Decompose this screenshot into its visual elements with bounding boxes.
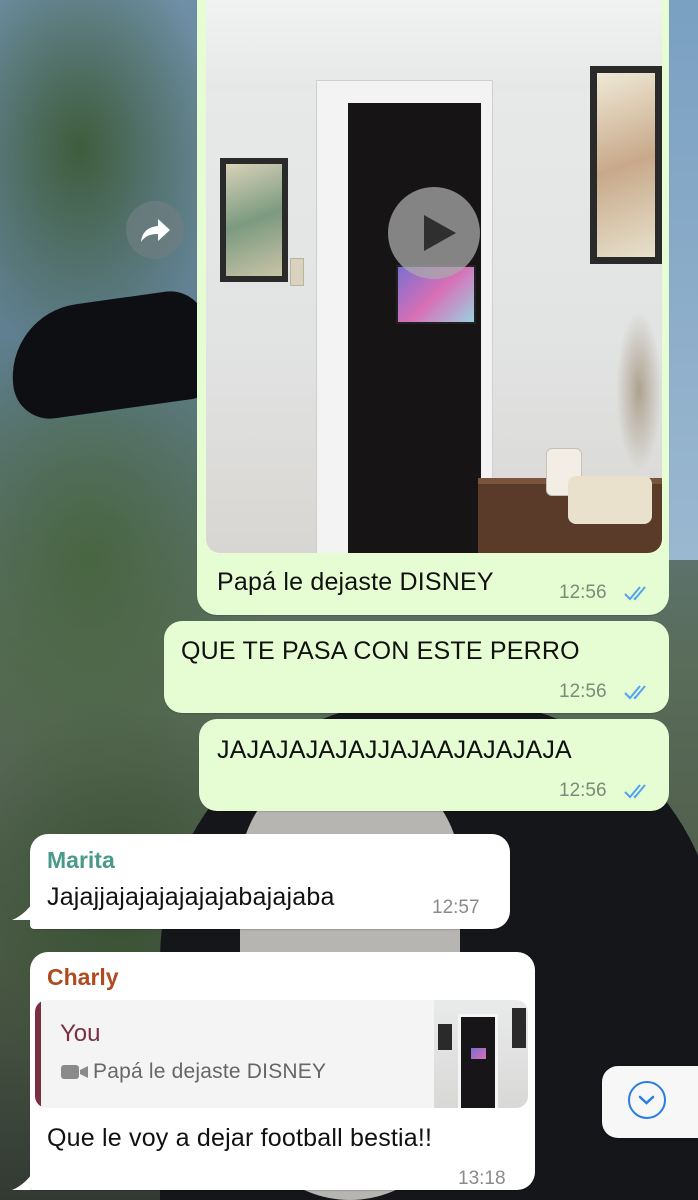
reply-text: Papá le dejaste DISNEY <box>93 1060 327 1083</box>
video-camera-icon <box>61 1065 88 1079</box>
message-time: 13:18 <box>458 1168 506 1189</box>
reply-quote-bar <box>35 1000 41 1108</box>
reply-video-thumbnail <box>434 1000 528 1108</box>
message-text: QUE TE PASA CON ESTE PERRO <box>181 637 580 665</box>
message-text: Que le voy a dejar football bestia!! <box>47 1124 433 1152</box>
message-time: 12:56 <box>559 582 607 603</box>
video-telephone <box>568 476 652 524</box>
wallpaper-dog-ear <box>3 286 217 424</box>
reply-author: You <box>60 1020 101 1047</box>
forward-button[interactable] <box>126 201 184 259</box>
double-check-icon <box>624 784 646 799</box>
message-text: JAJAJAJAJAJJAJAAJAJAJAJA <box>217 736 572 764</box>
scroll-to-bottom-button[interactable] <box>602 1066 698 1138</box>
video-plant <box>616 310 662 470</box>
message-time: 12:57 <box>432 897 480 918</box>
sender-name[interactable]: Charly <box>47 964 119 991</box>
message-time: 12:56 <box>559 681 607 702</box>
double-check-icon <box>624 685 646 700</box>
video-painting-right <box>590 66 662 264</box>
video-painting-left <box>220 158 288 282</box>
video-thumbnail[interactable] <box>206 0 662 553</box>
sender-name[interactable]: Marita <box>47 847 115 874</box>
video-caption: Papá le dejaste DISNEY <box>217 568 494 596</box>
reply-quote[interactable]: You Papá le dejaste DISNEY <box>35 1000 528 1108</box>
chevron-down-circle-icon <box>628 1081 666 1119</box>
message-text: Jajajjajajajajajajabajajaba <box>47 883 335 911</box>
message-time: 12:56 <box>559 780 607 801</box>
forward-arrow-icon <box>141 219 170 242</box>
video-light-switch <box>290 258 304 286</box>
play-icon[interactable] <box>388 187 480 279</box>
video-doorway <box>348 103 481 553</box>
double-check-icon <box>624 586 646 601</box>
